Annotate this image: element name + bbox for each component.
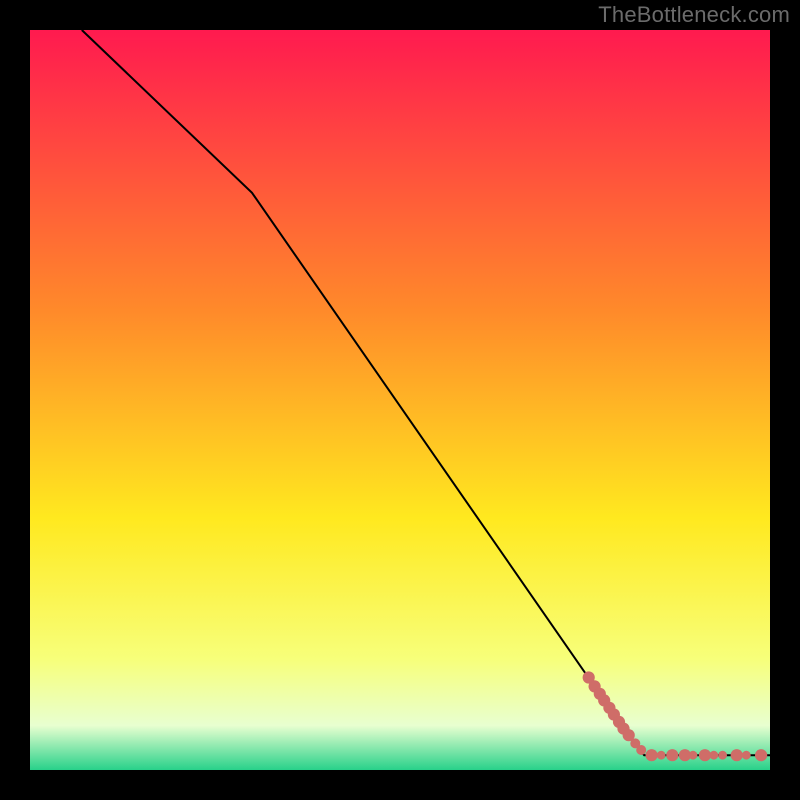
marker-dot: [709, 751, 718, 760]
marker-dot: [731, 749, 743, 761]
marker-dot: [657, 751, 666, 760]
watermark-text: TheBottleneck.com: [598, 2, 790, 28]
chart-container: TheBottleneck.com: [0, 0, 800, 800]
marker-dot: [742, 751, 751, 760]
marker-dot: [666, 749, 678, 761]
marker-dot: [689, 751, 698, 760]
plot-area: [30, 30, 770, 770]
marker-dot: [646, 749, 658, 761]
marker-dot: [755, 749, 767, 761]
chart-svg: [0, 0, 800, 800]
marker-dot: [718, 751, 727, 760]
marker-dot: [699, 749, 711, 761]
marker-dot: [636, 745, 646, 755]
